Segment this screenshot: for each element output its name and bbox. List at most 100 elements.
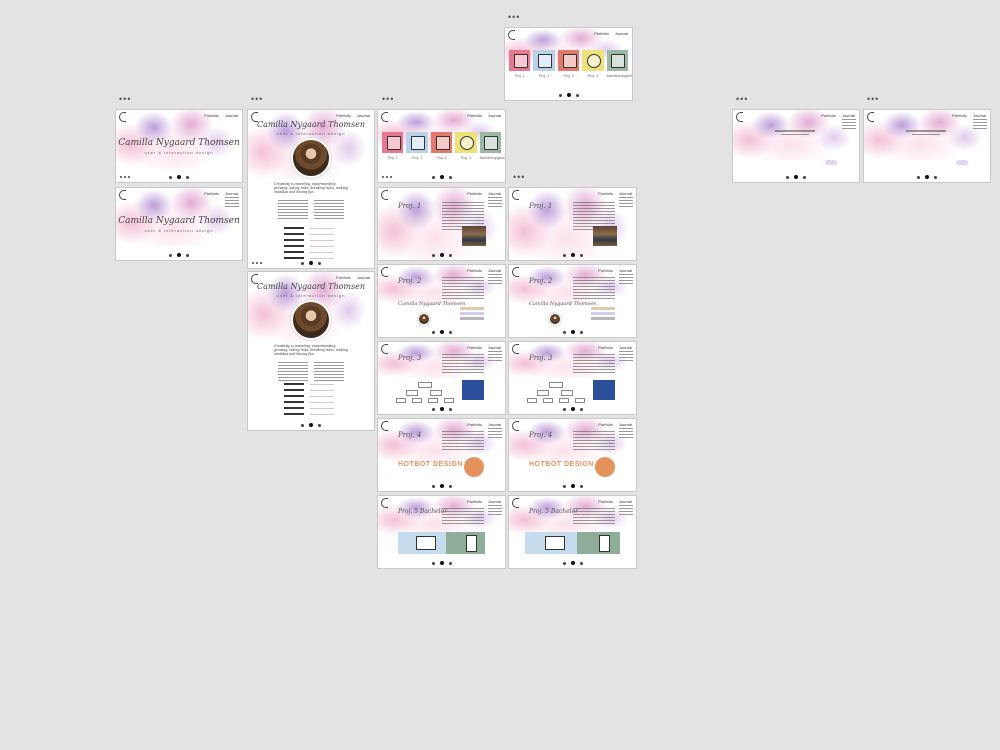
page-dot[interactable] — [570, 253, 575, 257]
page-dot[interactable] — [309, 423, 313, 427]
nav-journal[interactable]: Journal — [225, 113, 238, 118]
page-dot[interactable] — [186, 253, 189, 257]
artboard-portfolio-tiles[interactable]: Portfolio Journal Proj. 1 Proj. 2 Proj. 3… — [378, 110, 505, 182]
page-dot[interactable] — [448, 330, 452, 334]
project-tile[interactable]: Proj. 2 — [406, 132, 428, 160]
nav-portfolio[interactable]: Portfolio — [598, 268, 613, 273]
artboard-about-1[interactable]: Portfolio Journal Camilla Nygaard Thomsen… — [248, 110, 374, 268]
page-dot[interactable] — [439, 407, 444, 411]
artboard-menu-icon[interactable]: ••• — [382, 95, 394, 104]
artboard-about-2[interactable]: Portfolio Journal Camilla Nygaard Thomsen… — [248, 272, 374, 430]
artboard-journal-2[interactable]: Portfolio Journal — [864, 110, 990, 182]
nav-journal[interactable]: Journal — [488, 113, 501, 118]
page-dot[interactable] — [431, 561, 435, 565]
nav-portfolio[interactable]: Portfolio — [821, 113, 836, 118]
nav-portfolio[interactable]: Portfolio — [952, 113, 967, 118]
nav-portfolio[interactable]: Portfolio — [467, 345, 482, 350]
page-dot[interactable] — [562, 253, 566, 257]
artboard-menu-icon[interactable]: ••• — [508, 13, 520, 22]
page-dot[interactable] — [169, 175, 172, 179]
artboard-portfolio-tiles-top[interactable]: Portfolio Journal Proj. 1 Proj. 2 Proj. … — [505, 28, 632, 100]
artboard-project-3-a[interactable]: Portfolio Journal Proj. 3 — [378, 342, 505, 414]
project-tile[interactable]: Proj. 3 — [557, 50, 580, 78]
page-dot[interactable] — [439, 330, 444, 334]
nav-journal[interactable]: Journal — [488, 499, 501, 504]
page-dot[interactable] — [448, 253, 452, 257]
nav-portfolio[interactable]: Portfolio — [467, 268, 482, 273]
nav-journal[interactable]: Journal — [488, 345, 501, 350]
project-tile[interactable]: Proj. 4 — [455, 132, 477, 160]
project-tile[interactable]: Proj. 3 — [430, 132, 453, 160]
project-tile[interactable]: Proj. 1 — [509, 50, 531, 78]
page-dot[interactable] — [917, 175, 920, 179]
page-dot[interactable] — [439, 484, 444, 488]
nav-journal[interactable]: Journal — [619, 422, 632, 427]
page-dot[interactable] — [431, 175, 435, 179]
page-dot[interactable] — [803, 175, 806, 179]
project-tile[interactable]: Proj. 4 — [582, 50, 604, 78]
page-dot[interactable] — [579, 253, 583, 257]
page-dot[interactable] — [177, 175, 181, 179]
artboard-menu-icon[interactable]: ••• — [251, 95, 263, 104]
nav-journal[interactable]: Journal — [357, 275, 370, 280]
page-dot[interactable] — [562, 484, 566, 488]
nav-portfolio[interactable]: Portfolio — [598, 499, 613, 504]
nav-journal[interactable]: Journal — [842, 113, 855, 118]
nav-journal[interactable]: Journal — [619, 499, 632, 504]
nav-journal[interactable]: Journal — [488, 268, 501, 273]
nav-portfolio[interactable]: Portfolio — [336, 275, 351, 280]
page-dot[interactable] — [925, 175, 929, 179]
artboard-project-4-b[interactable]: Portfolio Journal Proj. 4 HOTBOT DESIGN — [509, 419, 636, 491]
journal-read-more-button[interactable] — [825, 160, 837, 165]
nav-journal[interactable]: Journal — [973, 113, 986, 118]
page-dot[interactable] — [318, 261, 321, 265]
nav-journal[interactable]: Journal — [619, 268, 632, 273]
page-dot[interactable] — [579, 407, 583, 411]
nav-journal[interactable]: Journal — [619, 345, 632, 350]
page-dot[interactable] — [570, 484, 575, 488]
nav-journal[interactable]: Journal — [619, 191, 632, 196]
page-dot[interactable] — [301, 261, 304, 265]
page-dot[interactable] — [786, 175, 789, 179]
page-dot[interactable] — [570, 561, 575, 565]
project-tile[interactable]: Proj. 2 — [533, 50, 555, 78]
page-dot[interactable] — [186, 175, 189, 179]
page-dot[interactable] — [431, 330, 435, 334]
page-dot[interactable] — [169, 253, 172, 257]
page-dot[interactable] — [177, 253, 181, 257]
artboard-project-3-b[interactable]: Portfolio Journal Proj. 3 — [509, 342, 636, 414]
nav-portfolio[interactable]: Portfolio — [467, 191, 482, 196]
nav-journal[interactable]: Journal — [488, 191, 501, 196]
project-tile[interactable]: Bacheloropgave — [606, 50, 632, 78]
artboard-journal-1[interactable]: Portfolio Journal — [733, 110, 859, 182]
nav-portfolio[interactable]: Portfolio — [598, 422, 613, 427]
artboard-menu-icon[interactable]: ••• — [867, 95, 879, 104]
artboard-menu-icon[interactable]: ••• — [119, 95, 131, 104]
project-tile[interactable]: Bacheloropgave — [479, 132, 505, 160]
page-dot[interactable] — [448, 484, 452, 488]
nav-journal[interactable]: Journal — [488, 422, 501, 427]
page-dot[interactable] — [431, 407, 435, 411]
artboard-menu-icon[interactable]: ••• — [513, 173, 525, 182]
page-dot[interactable] — [570, 407, 575, 411]
page-dot[interactable] — [301, 423, 304, 427]
nav-portfolio[interactable]: Portfolio — [467, 113, 482, 118]
page-dot[interactable] — [562, 330, 566, 334]
page-dot[interactable] — [579, 484, 583, 488]
artboard-landing-1[interactable]: Portfolio Journal Camilla Nygaard Thomsen… — [116, 110, 242, 182]
page-dot[interactable] — [439, 561, 444, 565]
nav-portfolio[interactable]: Portfolio — [204, 191, 219, 196]
nav-portfolio[interactable]: Portfolio — [467, 499, 482, 504]
page-dot[interactable] — [579, 330, 583, 334]
project-tile[interactable]: Proj. 1 — [382, 132, 404, 160]
page-dot[interactable] — [439, 253, 444, 257]
artboard-project-4-a[interactable]: Portfolio Journal Proj. 4 HOTBOT DESIGN — [378, 419, 505, 491]
page-dot[interactable] — [448, 175, 452, 179]
nav-portfolio[interactable]: Portfolio — [594, 31, 609, 36]
nav-portfolio[interactable]: Portfolio — [598, 345, 613, 350]
nav-portfolio[interactable]: Portfolio — [204, 113, 219, 118]
nav-portfolio[interactable]: Portfolio — [598, 191, 613, 196]
page-dot[interactable] — [562, 407, 566, 411]
journal-read-more-button[interactable] — [956, 160, 968, 165]
nav-portfolio[interactable]: Portfolio — [336, 113, 351, 118]
